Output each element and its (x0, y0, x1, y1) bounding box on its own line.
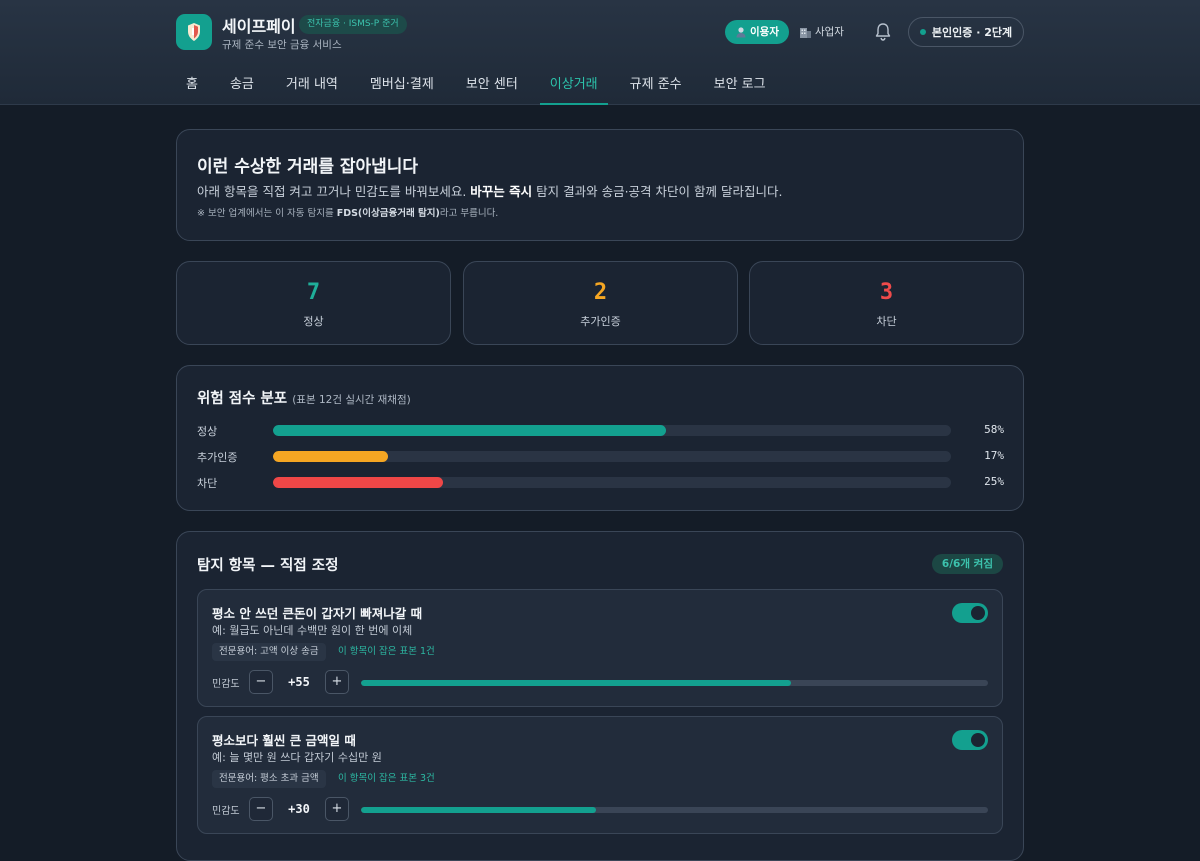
sensitivity-slider[interactable] (361, 807, 988, 813)
app-logo[interactable] (176, 14, 212, 50)
building-icon (799, 28, 811, 38)
distribution-title: 위험 점수 분포 (표본 12건 실시간 재채점) (197, 391, 411, 407)
risk-distribution-card: 위험 점수 분포 (표본 12건 실시간 재채점) 정상 58% 추가인증 17… (176, 365, 1024, 511)
sensitivity-label: 민감도 (212, 806, 240, 817)
shield-logo-icon (188, 23, 200, 41)
rule-example: 예: 늘 몇만 원 쓰다 갑자기 수십만 원 (212, 751, 382, 764)
tab-security-center[interactable]: 보안 센터 (456, 64, 528, 105)
stat-extra-auth: 2 추가인증 (463, 261, 738, 345)
tab-home[interactable]: 홈 (176, 64, 208, 105)
bell-icon[interactable] (874, 22, 892, 42)
dist-row-label: 추가인증 (197, 451, 238, 464)
sensitivity-increase-button[interactable]: + (325, 670, 349, 694)
dist-row-label: 차단 (197, 477, 218, 490)
tab-fraud-detection[interactable]: 이상거래 (539, 64, 608, 105)
rule-example: 예: 월급도 아닌데 수백만 원이 한 번에 이체 (212, 624, 413, 637)
tab-history[interactable]: 거래 내역 (276, 64, 348, 105)
role-business-button[interactable]: 사업자 (789, 20, 854, 44)
dist-bar-track (273, 477, 951, 488)
stat-blocked-value: 3 (879, 280, 894, 305)
role-user-label: 이용자 (750, 26, 779, 38)
rule-title: 평소보다 훨씬 큰 금액일 때 (212, 733, 356, 748)
distribution-subtitle: (표본 12건 실시간 재채점) (292, 394, 411, 406)
sensitivity-slider-fill (361, 680, 792, 686)
rule-term-tag: 전문용어: 고액 이상 송금 (212, 643, 326, 661)
app-subtitle: 규제 준수 보안 금융 서비스 (222, 39, 342, 51)
dist-bar-fill-normal (273, 425, 667, 436)
compliance-badge: 전자금융 · ISMS-P 준거 (299, 15, 407, 34)
sensitivity-decrease-button[interactable]: − (249, 797, 273, 821)
sensitivity-value: +55 (288, 675, 310, 689)
rule-hits-count: 이 항목이 잡은 표본 1건 (338, 646, 435, 657)
intro-description: 아래 항목을 직접 켜고 끄거나 민감도를 바꿔보세요. 바꾸는 즉시 탐지 결… (197, 184, 783, 199)
rule-term-tag: 전문용어: 평소 초과 금액 (212, 770, 326, 788)
sensitivity-label: 민감도 (212, 679, 240, 690)
verification-label: 본인인증 · 2단계 (931, 26, 1013, 39)
dist-bar-fill-blocked (273, 477, 443, 488)
dist-row-extra-auth: 추가인증 17% (197, 449, 1004, 464)
rules-enabled-count: 6/6개 켜짐 (931, 554, 1003, 574)
sensitivity-value: +30 (288, 802, 310, 816)
tab-security-log[interactable]: 보안 로그 (704, 64, 776, 105)
rule-toggle[interactable] (952, 730, 988, 750)
sensitivity-decrease-button[interactable]: − (249, 670, 273, 694)
rule-item: 평소 안 쓰던 큰돈이 갑자기 빠져나갈 때 예: 월급도 아닌데 수백만 원이… (197, 589, 1003, 707)
role-business-label: 사업자 (814, 26, 844, 38)
stat-blocked-label: 차단 (876, 315, 897, 328)
tab-transfer[interactable]: 송금 (220, 64, 264, 105)
stat-blocked: 3 차단 (749, 261, 1024, 345)
dist-bar-fill-extra-auth (273, 451, 389, 462)
stat-normal-value: 7 (306, 280, 321, 305)
main-nav: 홈 송금 거래 내역 멤버십·결제 보안 센터 이상거래 규제 준수 보안 로그 (176, 64, 788, 105)
dist-row-percent: 17% (984, 449, 1004, 462)
top-header: 세이프페이 전자금융 · ISMS-P 준거 규제 준수 보안 금융 서비스 이… (0, 0, 1200, 105)
intro-title: 이런 수상한 거래를 잡아냅니다 (197, 157, 419, 177)
rules-title: 탐지 항목 — 직접 조정 (197, 558, 339, 574)
dist-row-percent: 25% (984, 475, 1004, 488)
verification-status-button[interactable]: 본인인증 · 2단계 (908, 17, 1024, 47)
stat-normal-label: 정상 (303, 315, 324, 328)
dist-bar-track (273, 451, 951, 462)
rule-title: 평소 안 쓰던 큰돈이 갑자기 빠져나갈 때 (212, 606, 423, 621)
sensitivity-increase-button[interactable]: + (325, 797, 349, 821)
status-dot (919, 29, 926, 35)
rule-toggle[interactable] (952, 603, 988, 623)
role-switch: 이용자 사업자 (725, 20, 854, 44)
sensitivity-slider[interactable] (361, 680, 988, 686)
stat-normal: 7 정상 (176, 261, 451, 345)
stat-extra-auth-label: 추가인증 (580, 315, 621, 328)
intro-note: ※ 보안 업계에서는 이 자동 탐지를 FDS(이상금융거래 탐지)라고 부릅니… (197, 208, 499, 219)
rule-hits-count: 이 항목이 잡은 표본 3건 (338, 773, 435, 784)
intro-card: 이런 수상한 거래를 잡아냅니다 아래 항목을 직접 켜고 끄거나 민감도를 바… (176, 129, 1024, 241)
dist-row-normal: 정상 58% (197, 423, 1004, 438)
role-user-button[interactable]: 이용자 (725, 20, 789, 44)
brand-row: 세이프페이 전자금융 · ISMS-P 준거 규제 준수 보안 금융 서비스 이… (176, 13, 1024, 53)
dist-row-percent: 58% (984, 423, 1004, 436)
user-icon (736, 27, 746, 38)
tab-membership[interactable]: 멤버십·결제 (360, 64, 444, 105)
sensitivity-slider-fill (361, 807, 597, 813)
stat-extra-auth-value: 2 (593, 280, 608, 305)
dist-bar-track (273, 425, 951, 436)
dist-row-blocked: 차단 25% (197, 475, 1004, 490)
rule-item: 평소보다 훨씬 큰 금액일 때 예: 늘 몇만 원 쓰다 갑자기 수십만 원 전… (197, 716, 1003, 834)
tab-compliance[interactable]: 규제 준수 (620, 64, 692, 105)
dist-row-label: 정상 (197, 425, 218, 438)
app-title: 세이프페이 (222, 17, 296, 36)
detection-rules-card: 탐지 항목 — 직접 조정 6/6개 켜짐 평소 안 쓰던 큰돈이 갑자기 빠져… (176, 531, 1024, 861)
